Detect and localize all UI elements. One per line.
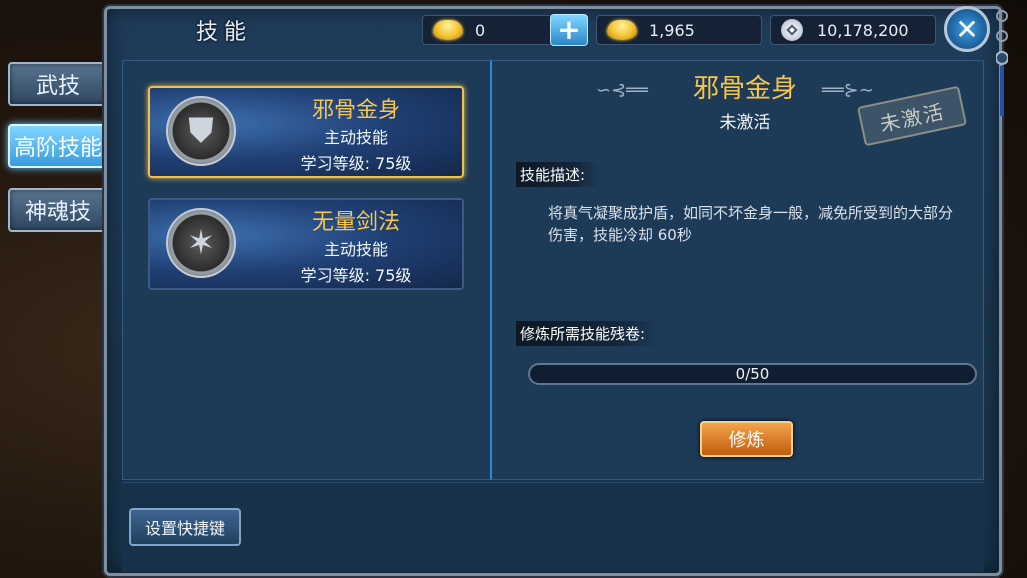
silver-coin-icon — [781, 19, 803, 41]
gold-ingot-icon — [433, 20, 463, 40]
currency-locked-gold: 1,965 — [596, 15, 762, 45]
tab-advanced-skills[interactable]: 高阶技能 — [8, 124, 108, 168]
skill-level: 学习等级: 75级 — [300, 154, 412, 173]
requirement-label: 修炼所需技能残卷: — [516, 321, 660, 346]
fragment-progress-bar: 0/50 — [528, 363, 977, 385]
description-label: 技能描述: — [516, 162, 600, 187]
chain-decoration — [996, 10, 1008, 116]
set-shortcut-button[interactable]: 设置快捷键 — [129, 508, 241, 546]
close-icon: ✕ — [955, 12, 979, 46]
currency-gold-value: 0 — [475, 20, 486, 40]
skill-card[interactable]: ⛊ 邪骨金身 主动技能 学习等级: 75级 — [148, 86, 464, 178]
shield-icon: ⛊ — [166, 96, 236, 166]
locked-gold-ingot-icon — [607, 20, 637, 40]
tab-martial-skills[interactable]: 武技 — [8, 62, 108, 106]
add-currency-button[interactable]: + — [550, 14, 588, 46]
window-title: 技能 — [196, 20, 253, 45]
fragment-progress-text: 0/50 — [735, 365, 770, 383]
tab-soul-skills[interactable]: 神魂技 — [8, 188, 108, 232]
skill-type: 主动技能 — [323, 128, 388, 147]
skill-card[interactable]: ✶ 无量剑法 主动技能 学习等级: 75级 — [148, 198, 464, 290]
skill-level: 学习等级: 75级 — [300, 266, 412, 285]
skill-name: 邪骨金身 — [311, 98, 400, 123]
currency-silver-value: 10,178,200 — [817, 20, 909, 40]
skill-name: 无量剑法 — [311, 210, 400, 235]
skill-type: 主动技能 — [323, 240, 388, 259]
close-button[interactable]: ✕ — [944, 6, 990, 52]
skill-description: 将真气凝聚成护盾，如同不坏金身一般，减免所受到的大部分伤害，技能冷却 60秒 — [548, 204, 954, 244]
train-button[interactable]: 修炼 — [700, 421, 793, 457]
currency-gold: 0 — [422, 15, 554, 45]
currency-locked-gold-value: 1,965 — [649, 20, 695, 40]
bottom-bar — [122, 482, 984, 572]
detail-skill-name: 邪骨金身 — [692, 74, 797, 104]
sword-burst-icon: ✶ — [166, 208, 236, 278]
currency-silver: 10,178,200 — [770, 15, 936, 45]
detail-skill-status: 未激活 — [719, 113, 771, 133]
